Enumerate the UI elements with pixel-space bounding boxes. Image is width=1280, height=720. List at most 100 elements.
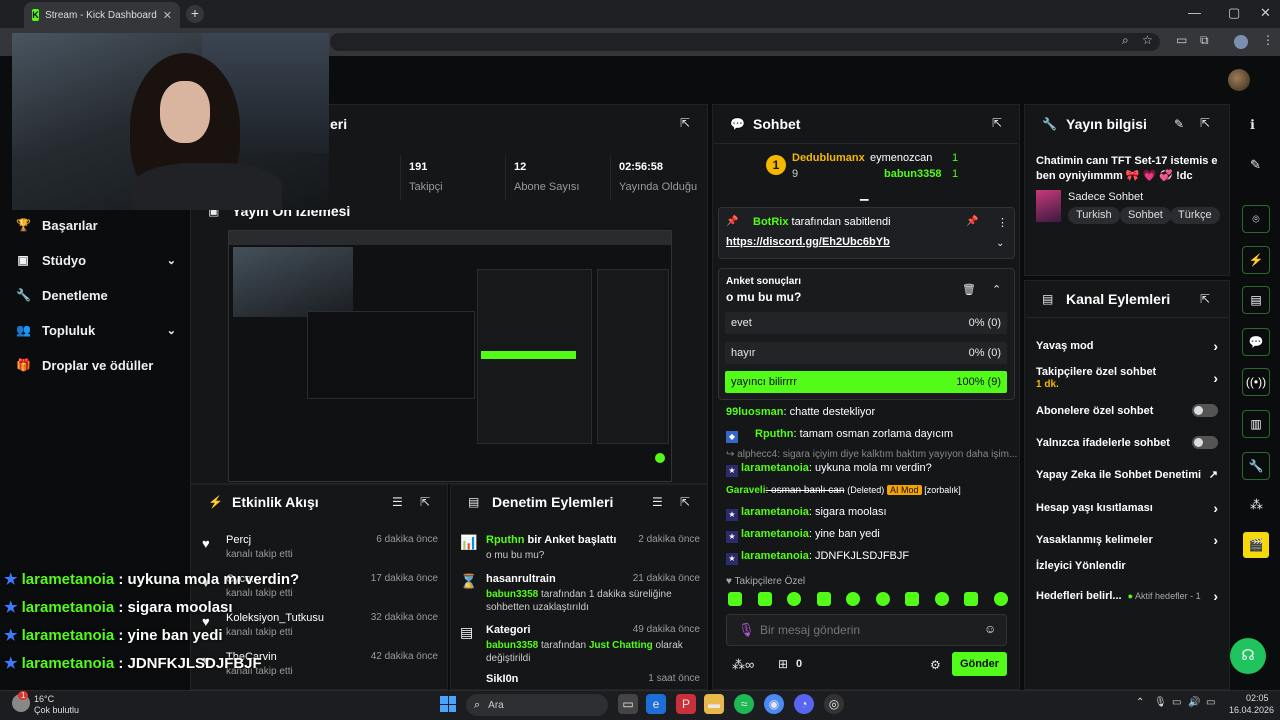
file-explorer-icon[interactable]: ▬: [704, 694, 724, 714]
nav-item-achievements[interactable]: 🏆 Başarılar: [16, 213, 176, 237]
rail-document-icon[interactable]: ▤: [1242, 286, 1270, 314]
info-icon[interactable]: ℹ: [1250, 117, 1255, 133]
browser-menu-icon[interactable]: ⋮: [1262, 33, 1274, 47]
mod-user[interactable]: babun3358: [486, 640, 538, 651]
chat-username[interactable]: larametanoia: [741, 462, 809, 474]
gift-box-icon[interactable]: ⊞: [778, 657, 788, 671]
cast-icon[interactable]: ▭: [1176, 33, 1187, 47]
category-thumbnail[interactable]: [1036, 190, 1061, 222]
mod-user[interactable]: babun3358: [486, 589, 538, 600]
expand-icon[interactable]: ⇱: [680, 116, 690, 130]
gifter-name[interactable]: eymenozcan: [870, 152, 932, 164]
emoji-icon[interactable]: ☺: [984, 622, 996, 636]
gifter-name[interactable]: Dedublumanx: [792, 152, 865, 164]
expand-icon[interactable]: ⇱: [1200, 116, 1210, 130]
stream-preview[interactable]: [228, 230, 672, 482]
app-icon[interactable]: P: [676, 694, 696, 714]
chat-input[interactable]: [760, 620, 970, 640]
activity-user[interactable]: Koleksiyon_Tutkusu: [226, 612, 324, 624]
row-ai-moderation[interactable]: Yapay Zeka ile Sohbet Denetimi ↗: [1036, 468, 1218, 482]
chat-username[interactable]: larametanoia: [741, 506, 809, 518]
chat-username[interactable]: larametanoia: [741, 528, 809, 540]
emote-icon[interactable]: [934, 592, 949, 606]
infinity-icon[interactable]: ⁂∞: [732, 657, 754, 673]
emote-only-toggle[interactable]: [1192, 436, 1218, 449]
bookmark-star-icon[interactable]: ☆: [1142, 33, 1153, 47]
microphone-icon[interactable]: 🎙: [738, 622, 755, 638]
expand-icon[interactable]: ⇱: [420, 495, 430, 509]
row-followers-only[interactable]: Takipçilere özel sohbet 1 dk. ›: [1036, 366, 1218, 390]
rail-chat-icon[interactable]: 💬: [1242, 328, 1270, 356]
windows-start-icon[interactable]: [440, 696, 456, 712]
maximize-button[interactable]: ▢: [1228, 5, 1240, 21]
browser-tab[interactable]: K Stream - Kick Dashboard ✕: [24, 2, 180, 28]
collapse-icon[interactable]: ▁: [860, 188, 868, 201]
battery-icon[interactable]: ▭: [1206, 697, 1215, 708]
mod-user[interactable]: Rputhn: [486, 534, 524, 546]
new-tab-button[interactable]: +: [186, 5, 204, 23]
rail-bolt-icon[interactable]: ⚡: [1242, 246, 1270, 274]
emote-icon[interactable]: [905, 592, 920, 606]
rail-webcam-icon[interactable]: ⌾: [1242, 205, 1270, 233]
clock-time[interactable]: 02:05: [1246, 693, 1269, 703]
edge-icon[interactable]: e: [646, 694, 666, 714]
clapper-icon[interactable]: 🎬: [1243, 532, 1269, 558]
rail-store-icon[interactable]: ▥: [1242, 410, 1270, 438]
emote-icon[interactable]: [875, 592, 890, 606]
chevron-down-icon[interactable]: ⌄: [996, 238, 1004, 249]
pinned-user[interactable]: BotRix: [753, 216, 788, 228]
row-raid[interactable]: İzleyici Yönlendir: [1036, 560, 1218, 572]
category-name[interactable]: Sadece Sohbet: [1068, 191, 1143, 203]
tag-chip[interactable]: Sohbet: [1120, 207, 1171, 224]
emote-icon[interactable]: [728, 592, 742, 606]
tag-chip[interactable]: Turkish: [1068, 207, 1120, 224]
tray-chevron-icon[interactable]: ⌃: [1136, 697, 1144, 708]
close-window-button[interactable]: ✕: [1260, 5, 1271, 21]
taskbar-search[interactable]: ⌕ Ara: [466, 694, 608, 716]
chrome-icon[interactable]: ◉: [764, 694, 784, 714]
row-goals[interactable]: Hedefleri belirl... ● Aktif hedefler - 1 ›: [1036, 588, 1218, 604]
task-view-icon[interactable]: ▭: [618, 694, 638, 714]
user-avatar[interactable]: [1228, 69, 1250, 91]
chevron-up-icon[interactable]: ⌃: [992, 283, 1001, 296]
nodes-icon[interactable]: ⁂: [1250, 497, 1263, 513]
emote-icon[interactable]: [816, 592, 831, 606]
nav-item-studio[interactable]: ▣ Stüdyo ⌄: [16, 248, 176, 272]
emote-icon[interactable]: [757, 592, 772, 606]
emote-icon[interactable]: [964, 592, 979, 606]
support-headset-icon[interactable]: ☊: [1230, 638, 1266, 674]
row-slow-mode[interactable]: Yavaş mod ›: [1036, 338, 1218, 354]
obs-icon[interactable]: ◎: [824, 694, 844, 714]
volume-icon[interactable]: 🔊: [1188, 697, 1200, 708]
spotify-icon[interactable]: ≈: [734, 694, 754, 714]
nav-item-moderation[interactable]: 🔧 Denetleme: [16, 283, 176, 307]
expand-icon[interactable]: ⇱: [992, 116, 1002, 130]
row-banned-words[interactable]: Yasaklanmış kelimeler ›: [1036, 532, 1218, 548]
network-icon[interactable]: ▭: [1172, 697, 1181, 708]
trash-icon[interactable]: 🗑: [962, 283, 976, 296]
subscribers-only-toggle[interactable]: [1192, 404, 1218, 417]
edit-icon[interactable]: ✎: [1174, 117, 1184, 131]
row-account-age[interactable]: Hesap yaşı kısıtlaması ›: [1036, 500, 1218, 516]
filter-icon[interactable]: ☰: [652, 495, 663, 509]
expand-icon[interactable]: ⇱: [1200, 292, 1210, 306]
send-button[interactable]: Gönder: [952, 652, 1007, 676]
tag-chip[interactable]: Türkçe: [1170, 207, 1220, 224]
more-icon[interactable]: ⋮: [997, 216, 1008, 229]
rail-wrench-icon[interactable]: 🔧: [1242, 452, 1270, 480]
zoom-icon[interactable]: ⌕: [1122, 33, 1129, 48]
emote-icon[interactable]: [993, 592, 1008, 606]
nav-item-community[interactable]: 👥 Topluluk ⌄: [16, 318, 176, 342]
discord-icon[interactable]: ◔: [794, 694, 814, 714]
mic-tray-icon[interactable]: 🎙: [1154, 697, 1167, 708]
settings-gear-icon[interactable]: ⚙: [930, 658, 941, 672]
emote-icon[interactable]: [846, 592, 861, 606]
nav-item-drops[interactable]: 🎁 Droplar ve ödüller: [16, 353, 196, 377]
clock-date[interactable]: 16.04.2026: [1229, 705, 1274, 715]
minimize-button[interactable]: —: [1188, 5, 1201, 20]
emote-icon[interactable]: [787, 592, 802, 606]
tab-close-icon[interactable]: ✕: [163, 9, 172, 22]
chat-username[interactable]: Rputhn: [755, 428, 793, 440]
profile-icon[interactable]: [1234, 35, 1248, 49]
chat-username[interactable]: Garaveli: [726, 485, 765, 496]
